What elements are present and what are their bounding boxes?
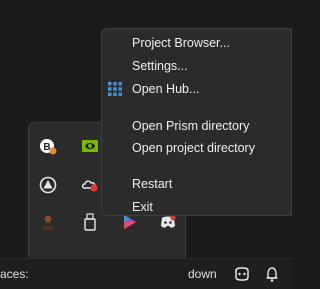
menu-item-project-browser[interactable]: Project Browser...: [102, 33, 291, 53]
notification-bell-icon[interactable]: [263, 265, 281, 283]
taskbar-left-text: aces:: [0, 267, 29, 281]
b-app-icon[interactable]: B: [39, 137, 57, 155]
grid-icon: [107, 81, 123, 97]
menu-item-label: Open Hub...: [132, 82, 200, 96]
prism-icon[interactable]: [39, 176, 57, 194]
usb-drive-icon[interactable]: [81, 213, 99, 231]
user-icon[interactable]: [39, 213, 57, 231]
menu-item-exit[interactable]: Exit: [102, 197, 291, 217]
taskbar: aces: down: [0, 258, 292, 289]
taskbar-right-text: down: [188, 267, 217, 281]
menu-item-open-prism-directory[interactable]: Open Prism directory: [102, 116, 291, 136]
copilot-icon[interactable]: [233, 265, 251, 283]
cloud-sync-icon[interactable]: [81, 176, 99, 194]
menu-item-open-hub[interactable]: Open Hub...: [102, 79, 291, 99]
menu-item-restart[interactable]: Restart: [102, 174, 291, 194]
prism-context-menu: Project Browser... Settings... Open Hub.…: [101, 28, 292, 216]
nvidia-icon[interactable]: [81, 137, 99, 155]
menu-item-open-project-directory[interactable]: Open project directory: [102, 138, 291, 158]
menu-item-settings[interactable]: Settings...: [102, 56, 291, 76]
